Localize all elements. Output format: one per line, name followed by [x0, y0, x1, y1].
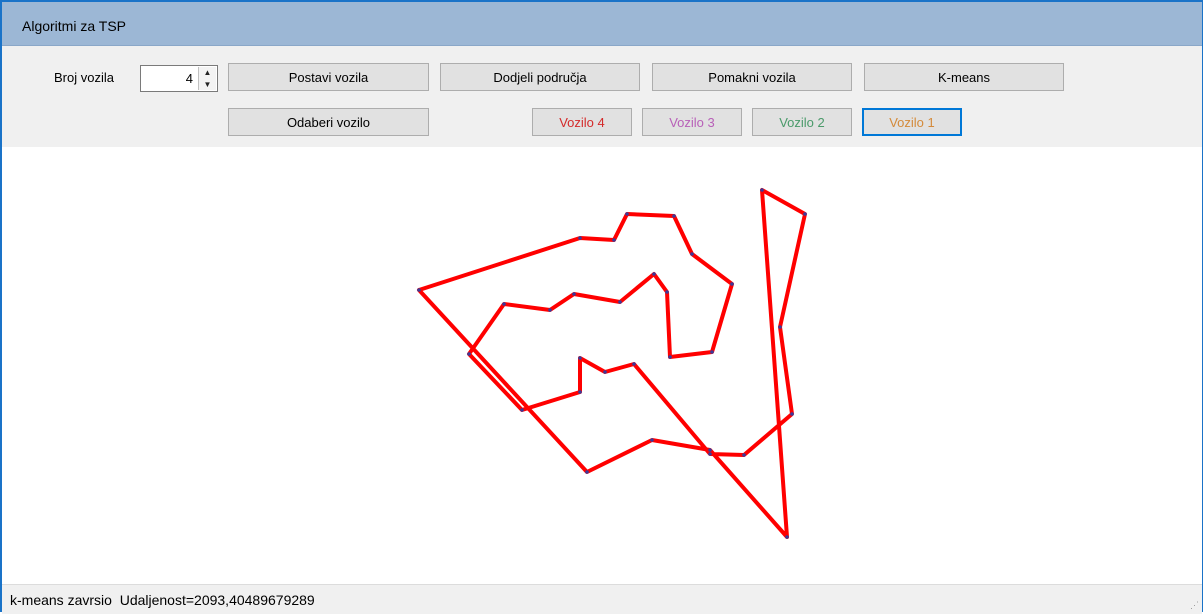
route-node — [650, 438, 654, 442]
broj-vozila-input[interactable]: 4 ▲ ▼ — [140, 65, 218, 92]
distance-label: Udaljenost=2093,40489679289 — [119, 592, 315, 608]
route-node — [578, 356, 582, 360]
route-node — [742, 453, 746, 457]
route-node — [760, 188, 764, 192]
broj-vozila-label: Broj vozila — [54, 70, 114, 85]
spin-down-icon[interactable]: ▼ — [199, 79, 216, 90]
window-title: Algoritmi za TSP — [22, 18, 126, 34]
route-node — [790, 412, 794, 416]
vozilo-2-button[interactable]: Vozilo 2 — [752, 108, 852, 136]
app-window: Algoritmi za TSP Broj vozila 4 ▲ ▼ Posta… — [0, 0, 1203, 614]
route-node — [708, 452, 712, 456]
route-node — [672, 214, 676, 218]
vozilo-1-button[interactable]: Vozilo 1 — [862, 108, 962, 136]
resize-grip-icon[interactable]: ⋰ — [1190, 600, 1199, 611]
route-node — [578, 390, 582, 394]
route-node — [548, 308, 552, 312]
route-node — [665, 290, 669, 294]
route-canvas[interactable] — [2, 147, 1202, 580]
spin-buttons[interactable]: ▲ ▼ — [198, 67, 216, 90]
route-node — [785, 535, 789, 539]
spin-up-icon[interactable]: ▲ — [199, 67, 216, 78]
route-node — [585, 470, 589, 474]
toolbar: Broj vozila 4 ▲ ▼ Postavi vozila Dodjeli… — [2, 46, 1202, 147]
dodijeli-podrucja-button[interactable]: Dodjeli područja — [440, 63, 640, 91]
route-node — [778, 325, 782, 329]
vozilo-4-button[interactable]: Vozilo 4 — [532, 108, 632, 136]
route-node — [625, 212, 629, 216]
pomakni-vozila-button[interactable]: Pomakni vozila — [652, 63, 852, 91]
route-node — [467, 352, 471, 356]
route-node — [502, 302, 506, 306]
postavi-vozila-button[interactable]: Postavi vozila — [228, 63, 429, 91]
route-node — [417, 288, 421, 292]
route-node — [710, 350, 714, 354]
kmeans-button[interactable]: K-means — [864, 63, 1064, 91]
route-node — [603, 370, 607, 374]
route-node — [708, 448, 712, 452]
vozilo-3-button[interactable]: Vozilo 3 — [642, 108, 742, 136]
broj-vozila-value: 4 — [185, 71, 193, 86]
status-bar: k-means zavrsio Udaljenost=2093,40489679… — [2, 584, 1202, 614]
tsp-route-path — [417, 188, 807, 539]
route-node — [578, 236, 582, 240]
route-node — [612, 238, 616, 242]
title-bar[interactable]: Algoritmi za TSP — [2, 2, 1202, 46]
route-node — [520, 408, 524, 412]
route-node — [803, 212, 807, 216]
status-text: k-means zavrsio Udaljenost=2093,40489679… — [10, 592, 315, 608]
route-node — [572, 292, 576, 296]
route-node — [668, 355, 672, 359]
route-node — [730, 282, 734, 286]
route-node — [632, 362, 636, 366]
route-node — [652, 272, 656, 276]
route-node — [690, 252, 694, 256]
status-message: k-means zavrsio — [10, 592, 112, 608]
route-node — [618, 300, 622, 304]
route-drawing — [417, 188, 807, 539]
odaberi-vozilo-button[interactable]: Odaberi vozilo — [228, 108, 429, 136]
